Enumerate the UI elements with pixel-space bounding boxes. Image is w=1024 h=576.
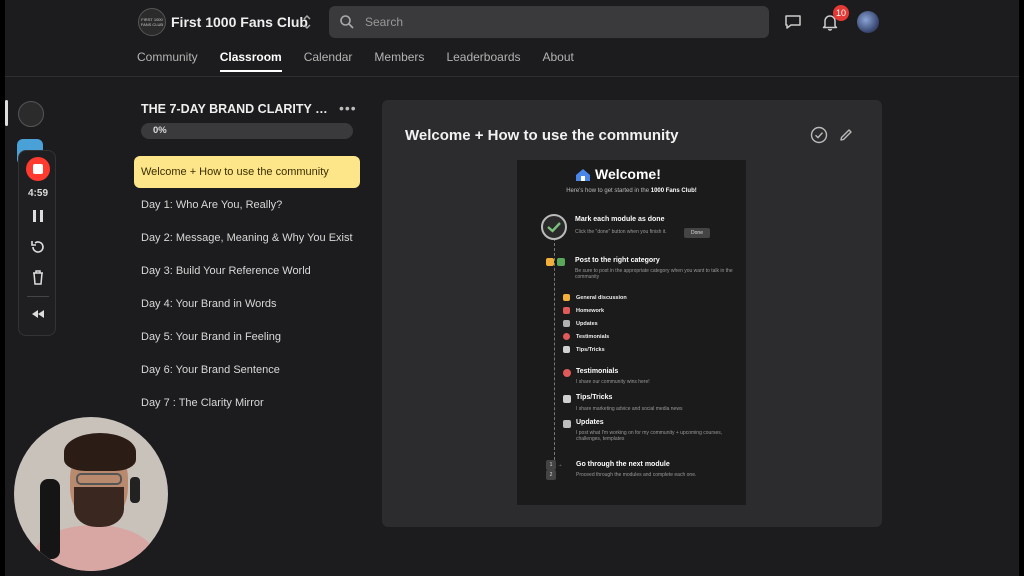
notification-badge: 10	[833, 5, 850, 21]
lesson-list: Welcome + How to use the community Day 1…	[134, 156, 360, 420]
welcome-subtitle-bold: 1000 Fans Club!	[650, 188, 697, 194]
bell-small-icon	[563, 320, 570, 327]
category-general: General discussion	[576, 295, 627, 301]
search-input[interactable]	[365, 6, 755, 38]
testimonials-title: Testimonials	[576, 368, 619, 375]
tab-about[interactable]: About	[543, 44, 574, 74]
heart-large-icon	[563, 369, 571, 377]
link-icon	[563, 346, 570, 353]
tab-community[interactable]: Community	[137, 44, 198, 74]
updates-text: I post what I'm working on for my commun…	[576, 430, 723, 442]
webcam-headphones	[130, 477, 140, 503]
course-title: THE 7-DAY BRAND CLARITY CH...	[141, 102, 331, 116]
stop-icon	[33, 164, 43, 174]
lesson-item-day-4[interactable]: Day 4: Your Brand in Words	[134, 288, 360, 321]
lesson-item-day-2[interactable]: Day 2: Message, Meaning & Why You Exist	[134, 222, 360, 255]
recorder-divider	[27, 296, 49, 297]
lesson-item-day-1[interactable]: Day 1: Who Are You, Really?	[134, 189, 360, 222]
user-avatar[interactable]	[857, 11, 879, 33]
welcome-subtitle-prefix: Here's how to get started in the	[566, 188, 651, 194]
lesson-item-day-5[interactable]: Day 5: Your Brand in Feeling	[134, 321, 360, 354]
tips-text: I share marketing advice and social medi…	[576, 406, 683, 412]
megaphone-icon	[563, 420, 571, 428]
chat-icon[interactable]	[783, 12, 803, 32]
rail-group-logo[interactable]	[18, 101, 44, 127]
search-bar[interactable]	[329, 6, 769, 38]
stop-recording-button[interactable]	[26, 157, 50, 181]
group-name[interactable]: First 1000 Fans Club	[171, 14, 308, 30]
top-header: FIRST 1000 FANS CLUB First 1000 Fans Clu…	[5, 0, 1019, 44]
trash-icon[interactable]	[29, 268, 47, 286]
tab-leaderboards[interactable]: Leaderboards	[446, 44, 520, 74]
header-divider	[5, 76, 1019, 77]
category-testimonials: Testimonials	[576, 334, 610, 340]
more-options-icon[interactable]: •••	[339, 100, 357, 116]
step2-title: Post to the right category	[575, 257, 660, 264]
step3-num-a: 1	[546, 460, 556, 470]
heart-icon	[563, 333, 570, 340]
step3-numbers: 1 → 2	[546, 460, 572, 480]
thumbs-up-icon	[546, 258, 554, 266]
restart-icon[interactable]	[29, 238, 47, 256]
step-check-icon	[541, 214, 567, 240]
wave-icon	[563, 294, 570, 301]
welcome-title-text: Welcome!	[595, 166, 661, 182]
webcam-hair	[64, 433, 136, 471]
lesson-item-welcome[interactable]: Welcome + How to use the community	[134, 156, 360, 188]
course-progress-bar: 0%	[141, 123, 353, 139]
rail-active-indicator	[5, 100, 8, 126]
screen-recorder-widget: 4:59	[18, 150, 56, 336]
link-large-icon	[563, 395, 571, 403]
tab-classroom[interactable]: Classroom	[219, 44, 282, 74]
step1-title: Mark each module as done	[575, 216, 665, 223]
webcam-microphone	[40, 479, 60, 559]
webcam-glasses	[76, 473, 122, 485]
lesson-item-day-7[interactable]: Day 7 : The Clarity Mirror	[134, 387, 360, 420]
tab-members[interactable]: Members	[374, 44, 424, 74]
pause-icon[interactable]	[29, 207, 47, 225]
webcam-beard	[74, 487, 124, 527]
welcome-image: Welcome! Here's how to get started in th…	[517, 160, 746, 505]
testimonials-text: I share our community wins here!	[576, 379, 650, 385]
nav-tabs: Community Classroom Calendar Members Lea…	[137, 44, 596, 74]
done-chip: Done	[684, 228, 710, 238]
group-logo-text: FIRST 1000 FANS CLUB	[140, 17, 164, 27]
lesson-title: Welcome + How to use the community	[405, 127, 679, 144]
updates-title: Updates	[576, 419, 604, 426]
step2-text: Be sure to post in the appropriate categ…	[575, 268, 733, 280]
step1-text: Click the "done" button when you finish …	[575, 229, 667, 235]
notebook-icon	[563, 307, 570, 314]
app-window: FIRST 1000 FANS CLUB First 1000 Fans Clu…	[5, 0, 1019, 576]
lesson-content-card: Welcome + How to use the community Welco…	[382, 100, 882, 527]
timeline-line	[554, 238, 555, 460]
tab-calendar[interactable]: Calendar	[304, 44, 353, 74]
lesson-item-day-3[interactable]: Day 3: Build Your Reference World	[134, 255, 360, 288]
search-icon	[340, 15, 354, 29]
money-icon	[557, 258, 565, 266]
step3-num-b: 2	[546, 470, 556, 480]
step3-text: Proceed through the modules and complete…	[576, 472, 697, 478]
group-switcher-icon[interactable]	[301, 12, 313, 32]
group-logo[interactable]: FIRST 1000 FANS CLUB	[138, 8, 166, 36]
edit-icon[interactable]	[838, 127, 854, 143]
welcome-subtitle: Here's how to get started in the 1000 Fa…	[517, 188, 746, 194]
category-tips: Tips/Tricks	[576, 347, 605, 353]
webcam-overlay[interactable]	[14, 417, 168, 571]
tips-title: Tips/Tricks	[576, 394, 613, 401]
category-updates: Updates	[576, 321, 598, 327]
recording-time: 4:59	[27, 188, 48, 199]
category-homework: Homework	[576, 308, 605, 314]
progress-label: 0%	[153, 125, 167, 136]
rewind-icon[interactable]	[29, 305, 47, 323]
step3-title: Go through the next module	[576, 461, 670, 468]
lesson-item-day-6[interactable]: Day 6: Your Brand Sentence	[134, 354, 360, 387]
welcome-title: Welcome!	[573, 166, 661, 182]
mark-done-icon[interactable]	[810, 126, 828, 144]
